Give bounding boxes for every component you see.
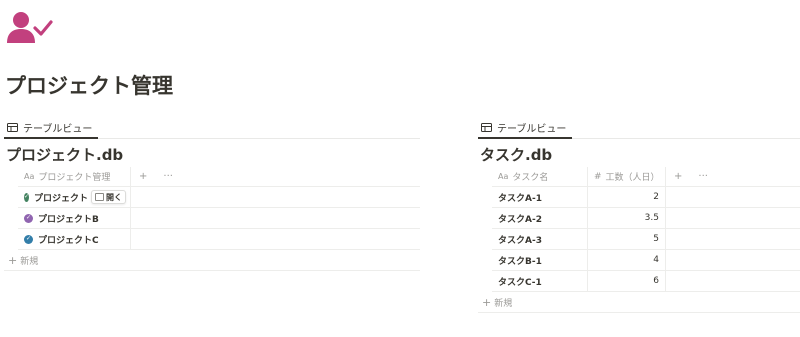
more-options-button[interactable]: ··· xyxy=(690,167,716,186)
text-property-icon: Aa xyxy=(498,172,509,181)
table-row[interactable]: タスクA-2 3.5 xyxy=(492,208,800,229)
effort-cell[interactable]: 5 xyxy=(588,229,666,249)
plus-icon: + xyxy=(482,295,492,309)
column-label: タスク名 xyxy=(512,173,549,183)
column-label: 工数（人日） xyxy=(605,173,660,183)
table-row[interactable]: タスクC-1 6 xyxy=(492,271,800,292)
new-row-button[interactable]: + 新規 xyxy=(4,250,420,271)
name-cell[interactable]: ✓ プロジェクトC xyxy=(18,229,131,249)
table-row[interactable]: ✓ プロジェクトC xyxy=(18,229,420,250)
plus-icon: + xyxy=(8,253,18,267)
tab-label: テーブルビュー xyxy=(23,124,93,135)
name-cell[interactable]: タスクA-2 xyxy=(492,208,588,228)
db-title[interactable]: タスク.db xyxy=(480,145,800,165)
task-table: Aa タスク名 # 工数（人日） + ··· タスクA-1 2 タスクA-2 3… xyxy=(492,167,800,292)
row-title: プロジェクトC xyxy=(38,235,99,246)
number-property-icon: # xyxy=(594,171,602,182)
open-page-button[interactable]: 開く xyxy=(91,190,127,204)
db-title[interactable]: プロジェクト.db xyxy=(6,145,420,165)
column-header-name[interactable]: Aa プロジェクト管理 xyxy=(18,167,131,186)
name-cell[interactable]: タスクB-1 xyxy=(492,250,588,270)
add-column-button[interactable]: + xyxy=(131,167,155,186)
name-cell[interactable]: ✓ プロジェクトB xyxy=(18,208,131,228)
text-property-icon: Aa xyxy=(24,172,35,181)
project-table: Aa プロジェクト管理 + ··· ✓ プロジェクト 開く ✓ プロジェクトB xyxy=(18,167,420,250)
table-row[interactable]: タスクA-3 5 xyxy=(492,229,800,250)
table-header: Aa プロジェクト管理 + ··· xyxy=(18,167,420,187)
check-circle-icon: ✓ xyxy=(24,234,33,244)
new-row-button[interactable]: + 新規 xyxy=(478,292,800,313)
row-title: プロジェクト xyxy=(34,193,89,204)
effort-cell[interactable]: 2 xyxy=(588,187,666,207)
effort-cell[interactable]: 4 xyxy=(588,250,666,270)
table-icon xyxy=(7,123,18,132)
name-cell[interactable]: タスクA-3 xyxy=(492,229,588,249)
table-row[interactable]: タスクB-1 4 xyxy=(492,250,800,271)
name-cell[interactable]: ✓ プロジェクト 開く xyxy=(18,187,131,207)
open-label: 開く xyxy=(106,192,123,202)
name-cell[interactable]: タスクC-1 xyxy=(492,271,588,291)
page-title: プロジェクト管理 xyxy=(5,74,173,98)
task-db-panel: テーブルビュー タスク.db Aa タスク名 # 工数（人日） + ··· タス… xyxy=(478,118,800,313)
more-options-button[interactable]: ··· xyxy=(155,167,181,186)
tab-label: テーブルビュー xyxy=(497,124,567,135)
name-cell[interactable]: タスクA-1 xyxy=(492,187,588,207)
project-db-panel: テーブルビュー プロジェクト.db Aa プロジェクト管理 + ··· ✓ プロ… xyxy=(4,118,420,271)
column-header-effort[interactable]: # 工数（人日） xyxy=(588,167,666,186)
table-header: Aa タスク名 # 工数（人日） + ··· xyxy=(492,167,800,187)
table-row[interactable]: タスクA-1 2 xyxy=(492,187,800,208)
new-label: 新規 xyxy=(494,298,513,309)
column-label: プロジェクト管理 xyxy=(38,173,111,183)
effort-cell[interactable]: 6 xyxy=(588,271,666,291)
table-row[interactable]: ✓ プロジェクト 開く xyxy=(18,187,420,208)
effort-cell[interactable]: 3.5 xyxy=(588,208,666,228)
add-column-button[interactable]: + xyxy=(666,167,690,186)
check-circle-icon: ✓ xyxy=(24,213,33,223)
row-title: プロジェクトB xyxy=(38,214,99,225)
person-check-icon[interactable] xyxy=(5,10,53,46)
view-tabs: テーブルビュー xyxy=(478,118,800,139)
table-row[interactable]: ✓ プロジェクトB xyxy=(18,208,420,229)
open-panel-icon xyxy=(95,193,105,201)
tab-table-view[interactable]: テーブルビュー xyxy=(478,118,573,139)
view-tabs: テーブルビュー xyxy=(4,118,420,139)
tab-table-view[interactable]: テーブルビュー xyxy=(4,118,99,139)
column-header-name[interactable]: Aa タスク名 xyxy=(492,167,588,186)
check-circle-icon: ✓ xyxy=(24,192,30,202)
new-label: 新規 xyxy=(20,256,39,267)
table-icon xyxy=(481,123,492,132)
